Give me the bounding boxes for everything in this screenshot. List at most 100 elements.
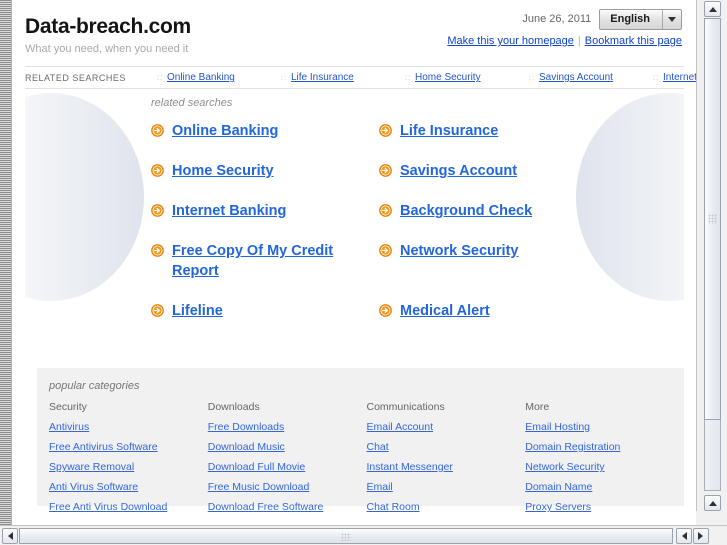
related-link-row[interactable]: Online Banking: [151, 121, 361, 161]
strip-link-life-insurance[interactable]: Life Insurance: [291, 72, 401, 83]
window-left-gutter: [0, 0, 12, 531]
browser-window: Data-breach.com What you need, when you …: [0, 0, 727, 545]
strip-link-home-security[interactable]: Home Security: [415, 72, 525, 83]
popular-categories-heading: popular categories: [49, 380, 140, 392]
category-link[interactable]: Domain Registration: [525, 441, 684, 453]
category-title: Downloads: [207, 401, 260, 413]
scroll-left-button-right[interactable]: [676, 528, 692, 544]
related-link-row[interactable]: Internet Banking: [151, 201, 361, 241]
header-action-links: Make this your homepage | Bookmark this pa…: [447, 35, 682, 47]
related-searches-block: related searches Online Banking Life Ins…: [25, 89, 684, 341]
related-link-row[interactable]: Savings Account: [379, 161, 589, 201]
related-searches-grid: Online Banking Life Insurance Home Secur…: [151, 121, 684, 341]
current-date: June 26, 2011: [522, 13, 592, 25]
related-link-savings-account[interactable]: Savings Account: [400, 161, 517, 181]
category-link[interactable]: Download Music: [208, 441, 367, 453]
scroll-up-button[interactable]: [704, 1, 721, 17]
category-title: Communications: [366, 401, 445, 413]
web-page: Data-breach.com What you need, when you …: [13, 0, 696, 513]
category-link[interactable]: Spyware Removal: [49, 461, 208, 473]
category-link[interactable]: Free Anti Virus Download: [49, 501, 208, 513]
main-content: related searches Online Banking Life Ins…: [25, 89, 684, 345]
scroll-grip-icon: [341, 533, 351, 541]
arrow-right-circle-icon: [151, 124, 164, 137]
related-link-medical-alert[interactable]: Medical Alert: [400, 301, 490, 321]
scrollbar-corner: [696, 511, 727, 525]
strip-separator: ::: [652, 72, 660, 82]
date-and-language-row: June 26, 2011 English: [447, 8, 682, 30]
header-right-block: June 26, 2011 English Make this your hom…: [447, 8, 682, 47]
category-title: Security: [49, 401, 87, 413]
header-link-separator: |: [577, 35, 581, 47]
category-columns: Security Antivirus Free Antivirus Softwa…: [49, 401, 684, 521]
strip-separator: ::: [404, 72, 412, 82]
related-link-life-insurance[interactable]: Life Insurance: [400, 121, 498, 141]
related-link-network-security[interactable]: Network Security: [400, 241, 518, 261]
category-link[interactable]: Email: [367, 481, 526, 493]
category-link[interactable]: Proxy Servers: [525, 501, 684, 513]
category-link[interactable]: Email Hosting: [525, 421, 684, 433]
related-link-internet-banking[interactable]: Internet Banking: [172, 201, 286, 221]
related-searches-strip: RELATED SEARCHES :: Online Banking :: Li…: [25, 66, 696, 89]
related-link-row[interactable]: Medical Alert: [379, 301, 589, 341]
horizontal-scroll-thumb[interactable]: [19, 528, 673, 544]
scroll-grip-icon: [708, 214, 717, 224]
horizontal-scrollbar[interactable]: [0, 525, 727, 545]
language-select[interactable]: English: [599, 8, 682, 30]
category-link[interactable]: Instant Messenger: [367, 461, 526, 473]
category-link[interactable]: Free Music Download: [208, 481, 367, 493]
page-viewport: Data-breach.com What you need, when you …: [13, 0, 696, 524]
strip-link-savings-account[interactable]: Savings Account: [539, 72, 649, 83]
vertical-scrollbar[interactable]: [696, 0, 727, 531]
category-link[interactable]: Domain Name: [525, 481, 684, 493]
related-link-row[interactable]: Network Security: [379, 241, 589, 301]
category-link[interactable]: Free Antivirus Software: [49, 441, 208, 453]
category-column-downloads: Downloads Free Downloads Download Music …: [208, 401, 367, 521]
vertical-scroll-thumb[interactable]: [704, 18, 721, 420]
related-link-row[interactable]: Home Security: [151, 161, 361, 201]
related-link-row[interactable]: Free Copy Of My Credit Report: [151, 241, 361, 301]
language-select-label: English: [610, 13, 650, 25]
category-link[interactable]: Download Full Movie: [208, 461, 367, 473]
category-link[interactable]: Free Downloads: [208, 421, 367, 433]
category-link[interactable]: Email Account: [367, 421, 526, 433]
scroll-left-button[interactable]: [2, 528, 18, 544]
chevron-down-icon: [662, 9, 681, 29]
popular-categories-panel: popular categories Security Antivirus Fr…: [37, 368, 684, 513]
category-column-communications: Communications Email Account Chat Instan…: [367, 401, 526, 521]
scroll-up-button-bottom[interactable]: [704, 495, 721, 511]
site-brand: Data-breach.com What you need, when you …: [25, 16, 191, 55]
category-link[interactable]: Anti Virus Software: [49, 481, 208, 493]
category-link[interactable]: Chat: [367, 441, 526, 453]
strip-link-online-banking[interactable]: Online Banking: [167, 72, 277, 83]
category-link[interactable]: Download Free Software: [208, 501, 367, 513]
strip-link-internet-banking[interactable]: Internet Banking: [663, 72, 696, 83]
strip-separator: ::: [528, 72, 536, 82]
category-link[interactable]: Network Security: [525, 461, 684, 473]
arrow-right-circle-icon: [379, 244, 392, 257]
related-link-online-banking[interactable]: Online Banking: [172, 121, 278, 141]
related-link-row[interactable]: Lifeline: [151, 301, 361, 341]
category-title: More: [525, 401, 550, 413]
site-tagline: What you need, when you need it: [25, 43, 189, 55]
related-link-free-credit-report[interactable]: Free Copy Of My Credit Report: [172, 241, 361, 281]
category-column-security: Security Antivirus Free Antivirus Softwa…: [49, 401, 208, 521]
related-link-row[interactable]: Life Insurance: [379, 121, 589, 161]
related-link-row[interactable]: Background Check: [379, 201, 589, 241]
related-searches-list: :: Online Banking :: Life Insurance :: H…: [153, 72, 696, 83]
make-homepage-link[interactable]: Make this your homepage: [447, 35, 574, 47]
category-link[interactable]: Antivirus: [49, 421, 208, 433]
arrow-right-circle-icon: [151, 164, 164, 177]
scroll-right-button[interactable]: [693, 528, 709, 544]
category-link[interactable]: Chat Room: [367, 501, 526, 513]
arrow-right-circle-icon: [379, 164, 392, 177]
related-link-home-security[interactable]: Home Security: [172, 161, 274, 181]
related-link-lifeline[interactable]: Lifeline: [172, 301, 223, 321]
arrow-right-circle-icon: [379, 204, 392, 217]
page-title: Data-breach.com: [25, 15, 191, 38]
bookmark-page-link[interactable]: Bookmark this page: [585, 35, 682, 47]
strip-separator: ::: [156, 72, 164, 82]
arrow-right-circle-icon: [379, 304, 392, 317]
related-link-background-check[interactable]: Background Check: [400, 201, 532, 221]
arrow-right-circle-icon: [151, 244, 164, 257]
